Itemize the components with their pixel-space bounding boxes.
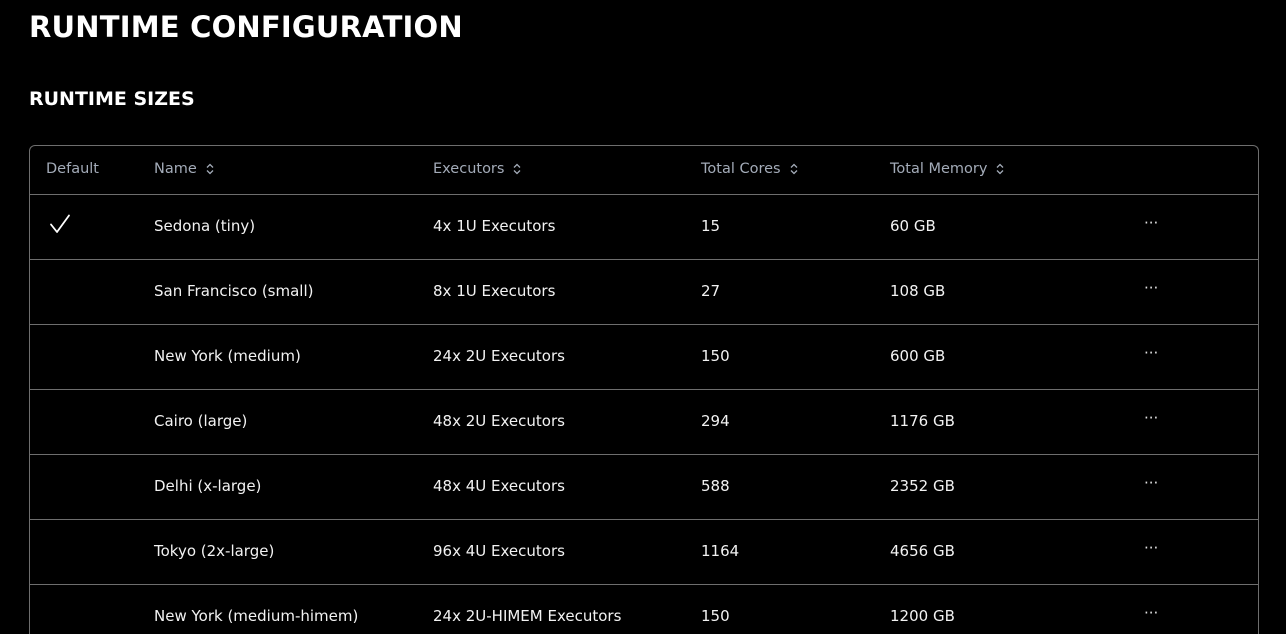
- row-total-cores: 588: [701, 477, 730, 495]
- column-header-default-label: Default: [46, 161, 99, 177]
- row-name: New York (medium): [154, 347, 301, 365]
- table-header-row: Default Name Executors Total Cores Total…: [30, 146, 1258, 195]
- page-title: RUNTIME CONFIGURATION: [29, 10, 463, 44]
- more-icon[interactable]: ···: [1144, 214, 1158, 232]
- table-row[interactable]: Sedona (tiny) 4x 1U Executors 15 60 GB ···: [30, 194, 1258, 260]
- column-header-total-memory[interactable]: Total Memory: [890, 161, 1004, 177]
- row-total-memory: 60 GB: [890, 217, 936, 235]
- table-row[interactable]: New York (medium-himem) 24x 2U-HIMEM Exec…: [30, 584, 1258, 634]
- more-icon[interactable]: ···: [1144, 344, 1158, 362]
- row-executors: 48x 4U Executors: [433, 477, 565, 495]
- row-name: New York (medium-himem): [154, 607, 359, 625]
- table-row[interactable]: Tokyo (2x-large) 96x 4U Executors 1164 4656…: [30, 519, 1258, 585]
- row-name: Cairo (large): [154, 412, 248, 430]
- runtime-sizes-table: Default Name Executors Total Cores Total…: [29, 145, 1259, 634]
- table-row[interactable]: New York (medium) 24x 2U Executors 150 600 …: [30, 324, 1258, 390]
- table-row[interactable]: Delhi (x-large) 48x 4U Executors 588 2352 G…: [30, 454, 1258, 520]
- row-executors: 24x 2U-HIMEM Executors: [433, 607, 622, 625]
- column-header-executors-label: Executors: [433, 161, 505, 177]
- table-row[interactable]: San Francisco (small) 8x 1U Executors 27 10…: [30, 259, 1258, 325]
- row-total-memory: 1200 GB: [890, 607, 955, 625]
- row-total-cores: 150: [701, 347, 730, 365]
- row-name: San Francisco (small): [154, 282, 314, 300]
- row-executors: 4x 1U Executors: [433, 217, 556, 235]
- more-icon[interactable]: ···: [1144, 539, 1158, 557]
- row-name: Sedona (tiny): [154, 217, 256, 235]
- row-name: Tokyo (2x-large): [154, 542, 275, 560]
- section-title: RUNTIME SIZES: [29, 88, 195, 110]
- default-cell: [49, 213, 71, 235]
- row-executors: 8x 1U Executors: [433, 282, 556, 300]
- more-icon[interactable]: ···: [1144, 604, 1158, 622]
- column-header-default: Default: [46, 161, 99, 177]
- row-executors: 96x 4U Executors: [433, 542, 565, 560]
- row-total-memory: 1176 GB: [890, 412, 955, 430]
- sort-icon[interactable]: [206, 163, 214, 175]
- column-header-total-cores-label: Total Cores: [701, 161, 781, 177]
- sort-icon[interactable]: [996, 163, 1004, 175]
- row-total-cores: 15: [701, 217, 721, 235]
- table-row[interactable]: Cairo (large) 48x 2U Executors 294 1176 GB ·…: [30, 389, 1258, 455]
- sort-icon[interactable]: [790, 163, 798, 175]
- column-header-name[interactable]: Name: [154, 161, 214, 177]
- row-total-memory: 2352 GB: [890, 477, 955, 495]
- row-executors: 48x 2U Executors: [433, 412, 565, 430]
- row-total-cores: 294: [701, 412, 730, 430]
- sort-icon[interactable]: [513, 163, 521, 175]
- column-header-total-cores[interactable]: Total Cores: [701, 161, 798, 177]
- row-name: Delhi (x-large): [154, 477, 262, 495]
- row-total-cores: 150: [701, 607, 730, 625]
- row-total-memory: 108 GB: [890, 282, 946, 300]
- more-icon[interactable]: ···: [1144, 409, 1158, 427]
- more-icon[interactable]: ···: [1144, 279, 1158, 297]
- column-header-total-memory-label: Total Memory: [890, 161, 988, 177]
- row-total-memory: 600 GB: [890, 347, 946, 365]
- more-icon[interactable]: ···: [1144, 474, 1158, 492]
- row-total-cores: 27: [701, 282, 721, 300]
- check-icon: [50, 214, 70, 233]
- column-header-name-label: Name: [154, 161, 197, 177]
- row-total-cores: 1164: [701, 542, 740, 560]
- column-header-executors[interactable]: Executors: [433, 161, 521, 177]
- row-executors: 24x 2U Executors: [433, 347, 565, 365]
- row-total-memory: 4656 GB: [890, 542, 955, 560]
